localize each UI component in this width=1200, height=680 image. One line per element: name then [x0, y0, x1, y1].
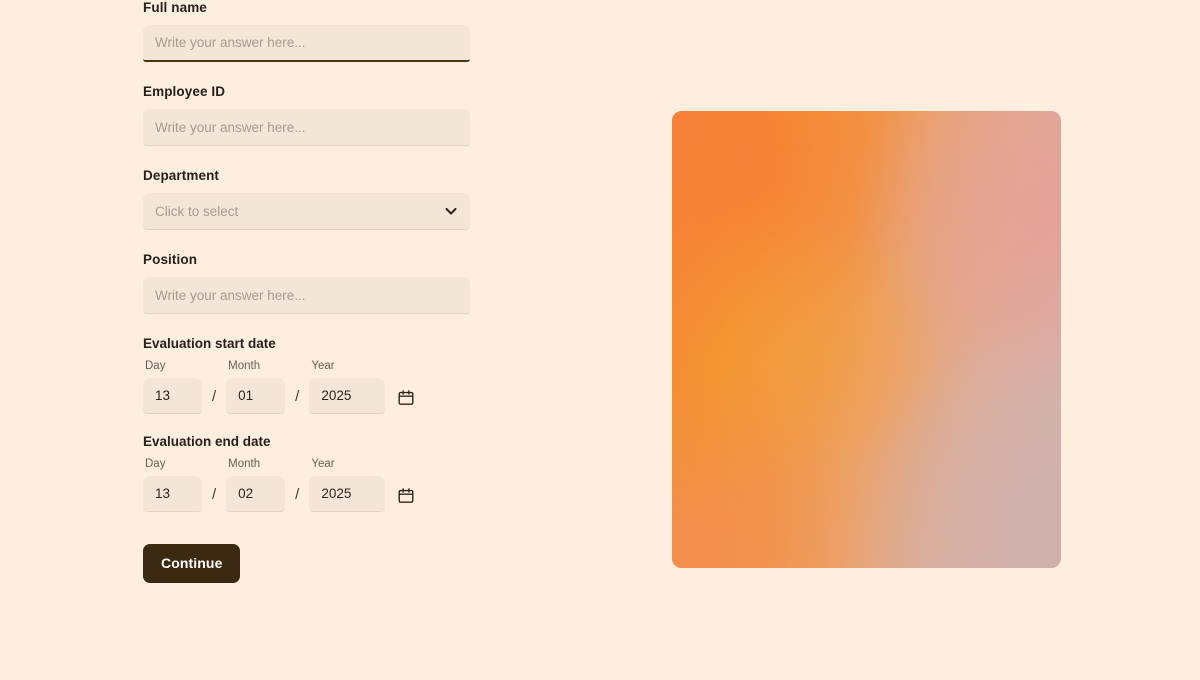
start-year-part: Year 2025 — [309, 360, 386, 414]
date-row-start: Day 13 / Month 01 / Year 2025 — [143, 360, 473, 414]
field-evaluation-start-date: Evaluation start date Day 13 / Month 01 … — [143, 336, 473, 414]
employee-id-placeholder: Write your answer here... — [155, 119, 306, 135]
form-page: Full name Write your answer here... Empl… — [0, 0, 1200, 680]
position-placeholder: Write your answer here... — [155, 287, 306, 303]
calendar-icon[interactable] — [397, 389, 415, 407]
position-input[interactable]: Write your answer here... — [143, 277, 470, 314]
start-month-input[interactable]: 01 — [226, 378, 286, 414]
form-column: Full name Write your answer here... Empl… — [143, 0, 473, 583]
field-employee-id: Employee ID Write your answer here... — [143, 84, 473, 146]
date-row-end: Day 13 / Month 02 / Year 2025 — [143, 458, 473, 512]
chevron-down-icon — [444, 204, 458, 218]
date-title-end: Evaluation end date — [143, 434, 271, 449]
end-month-label: Month — [228, 458, 261, 470]
field-label-full-name: Full name — [143, 0, 207, 15]
end-day-label: Day — [145, 458, 166, 470]
end-day-part: Day 13 — [143, 458, 202, 512]
end-year-label: Year — [311, 458, 335, 470]
field-label-department: Department — [143, 168, 220, 183]
start-day-part: Day 13 — [143, 360, 202, 414]
employee-id-input[interactable]: Write your answer here... — [143, 109, 470, 146]
end-year-part: Year 2025 — [309, 458, 386, 512]
start-separator-2: / — [295, 388, 300, 405]
field-evaluation-end-date: Evaluation end date Day 13 / Month 02 / … — [143, 434, 473, 512]
department-placeholder: Click to select — [155, 203, 239, 219]
continue-button[interactable]: Continue — [143, 544, 241, 583]
start-month-part: Month 01 — [226, 360, 286, 414]
full-name-input[interactable]: Write your answer here... — [143, 25, 470, 62]
start-separator-1: / — [212, 388, 217, 405]
field-full-name: Full name Write your answer here... — [143, 0, 473, 62]
start-day-input[interactable]: 13 — [143, 378, 202, 414]
end-separator-2: / — [295, 486, 300, 503]
end-separator-1: / — [212, 486, 217, 503]
calendar-icon[interactable] — [397, 487, 415, 505]
end-month-part: Month 02 — [226, 458, 286, 512]
start-year-label: Year — [311, 360, 335, 372]
end-year-input[interactable]: 2025 — [309, 476, 386, 512]
field-label-position: Position — [143, 252, 198, 267]
gradient-artwork — [672, 111, 1061, 568]
department-select[interactable]: Click to select — [143, 193, 470, 230]
end-month-input[interactable]: 02 — [226, 476, 286, 512]
start-month-label: Month — [228, 360, 261, 372]
end-day-input[interactable]: 13 — [143, 476, 202, 512]
field-label-employee-id: Employee ID — [143, 84, 226, 99]
gradient-layer-amber-center — [672, 111, 1061, 568]
field-position: Position Write your answer here... — [143, 252, 473, 314]
start-day-label: Day — [145, 360, 166, 372]
full-name-placeholder: Write your answer here... — [155, 35, 306, 50]
field-department: Department Click to select — [143, 168, 473, 230]
date-title-start: Evaluation start date — [143, 336, 276, 351]
start-year-input[interactable]: 2025 — [309, 378, 386, 414]
